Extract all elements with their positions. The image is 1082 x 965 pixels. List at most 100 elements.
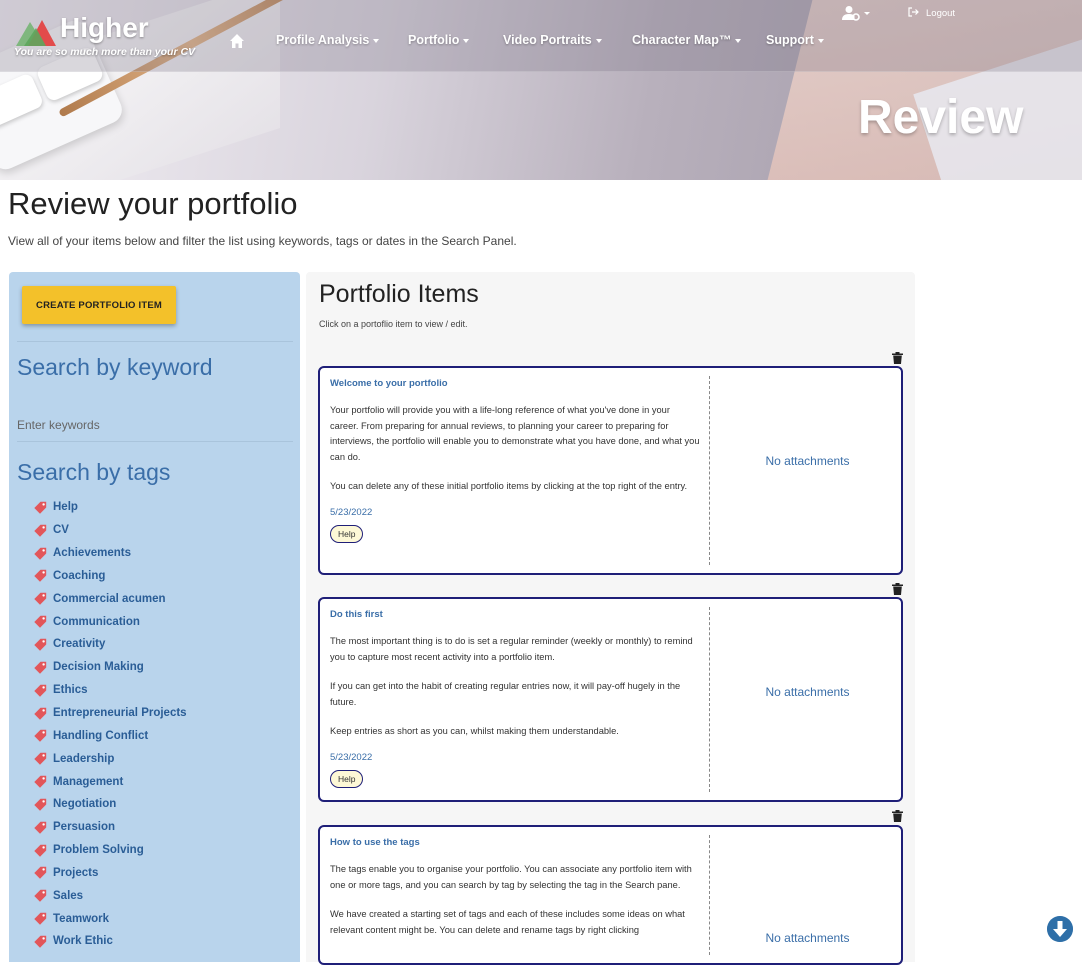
tag-filter-item[interactable]: Decision Making (34, 656, 187, 679)
tag-list: Help CV Achievements Coaching Commercial acu… (34, 496, 187, 953)
tag-icon (34, 593, 47, 605)
tag-icon (34, 821, 47, 834)
nav-character-map[interactable]: Character Map™ (632, 33, 742, 47)
portfolio-item-title: How to use the tags (330, 837, 420, 848)
tag-icon (34, 707, 47, 720)
tag-filter-item[interactable]: Persuasion (34, 816, 187, 839)
attachments-label: No attachments (765, 685, 850, 699)
hero-title: Review (858, 91, 1024, 144)
portfolio-item-text: If you can get into the habit of creatin… (330, 681, 681, 707)
tag-filter-item[interactable]: Problem Solving (34, 839, 187, 862)
nav-support[interactable]: Support (766, 33, 824, 47)
tag-icon (34, 844, 47, 857)
logo-mark-icon (16, 20, 56, 46)
tag-filter-item[interactable]: CV (34, 519, 187, 542)
tag-filter-item[interactable]: Creativity (34, 633, 187, 656)
portfolio-items-title: Portfolio Items (319, 280, 479, 308)
arrow-down-circle-icon[interactable] (1047, 916, 1073, 942)
portfolio-item-text: We have created a starting set of tags a… (330, 909, 685, 935)
tag-filter-item[interactable]: Help (34, 496, 187, 519)
tag-chip[interactable]: Help (330, 769, 364, 788)
attachments-label: No attachments (765, 454, 850, 468)
divider (17, 341, 293, 342)
tag-label: Communication (53, 615, 140, 628)
tag-icon (34, 775, 47, 788)
tag-filter-item[interactable]: Sales (34, 884, 187, 907)
tag-icon (34, 798, 47, 811)
chevron-down-icon (463, 38, 470, 43)
portfolio-items-panel: Portfolio Items Click on a portoflio ite… (306, 272, 915, 965)
tag-filter-item[interactable]: Projects (34, 862, 187, 885)
tag-label: Achievements (53, 547, 131, 560)
tag-icon (34, 661, 47, 674)
trash-icon[interactable] (892, 583, 903, 595)
trash-icon[interactable] (892, 810, 903, 822)
keyword-heading: Search by keyword (17, 354, 213, 380)
hero-banner: Higher You are so much more than your CV… (0, 0, 1082, 180)
portfolio-item-date: 5/23/2022 (330, 751, 373, 763)
divider (17, 441, 293, 442)
tag-filter-item[interactable]: Work Ethic (34, 930, 187, 953)
tag-filter-item[interactable]: Management (34, 770, 187, 793)
tag-label: Entrepreneurial Projects (53, 707, 187, 720)
search-panel: CREATE PORTFOLIO ITEM Search by keyword … (9, 272, 300, 962)
chevron-down-icon (373, 38, 380, 43)
home-icon[interactable] (229, 33, 245, 49)
portfolio-item-text: Keep entries as short as you can, whilst… (330, 726, 619, 736)
tag-icon (34, 684, 47, 697)
page-description: View all of your items below and filter … (8, 234, 517, 248)
tag-icon (34, 615, 47, 628)
tag-filter-item[interactable]: Achievements (34, 542, 187, 565)
tag-icon (34, 501, 47, 514)
nav-video-portraits[interactable]: Video Portraits (503, 33, 602, 47)
divider (709, 607, 710, 792)
portfolio-item-title: Welcome to your portfolio (330, 378, 448, 389)
chevron-down-icon (817, 38, 824, 43)
tag-label: Management (53, 775, 124, 788)
portfolio-item-text: Your portfolio will provide you with a l… (330, 405, 700, 462)
page-title: Review your portfolio (8, 186, 298, 221)
tag-filter-item[interactable]: Leadership (34, 747, 187, 770)
tag-filter-item[interactable]: Commercial acumen (34, 587, 187, 610)
tag-icon (34, 524, 47, 537)
tag-label: Coaching (53, 569, 106, 582)
tag-filter-item[interactable]: Negotiation (34, 793, 187, 816)
portfolio-item-text: The tags enable you to organise your por… (330, 864, 692, 890)
tag-label: Persuasion (53, 821, 115, 834)
nav-portfolio[interactable]: Portfolio (408, 33, 470, 47)
brand-logo[interactable]: Higher You are so much more than your CV (14, 10, 204, 64)
tag-filter-item[interactable]: Entrepreneurial Projects (34, 702, 187, 725)
tag-label: Work Ethic (53, 935, 113, 948)
create-portfolio-item-button[interactable]: CREATE PORTFOLIO ITEM (22, 286, 176, 324)
tag-label: Ethics (53, 684, 88, 697)
tag-label: Negotiation (53, 798, 117, 811)
tag-icon (34, 935, 47, 948)
tag-filter-item[interactable]: Ethics (34, 679, 187, 702)
portfolio-item-card[interactable]: How to use the tags The tags enable you … (318, 825, 903, 965)
trash-icon[interactable] (892, 352, 903, 364)
tag-label: Teamwork (53, 912, 110, 925)
tag-label: Help (53, 501, 78, 514)
tag-label: Handling Conflict (53, 729, 149, 742)
attachments-label: No attachments (765, 931, 850, 945)
tag-label: Decision Making (53, 661, 144, 674)
portfolio-item-text: You can delete any of these initial port… (330, 481, 688, 491)
chevron-down-icon (735, 38, 742, 43)
tag-filter-item[interactable]: Teamwork (34, 907, 187, 930)
portfolio-item-text: The most important thing is to do is set… (330, 636, 693, 662)
logout-link[interactable]: Logout (908, 7, 955, 19)
keyword-search-input[interactable] (17, 414, 293, 436)
brand-name: Higher (60, 12, 149, 43)
portfolio-item-card[interactable]: Welcome to your portfolio Your portfolio… (318, 366, 903, 575)
tag-label: Projects (53, 866, 99, 879)
tag-label: CV (53, 524, 69, 537)
portfolio-item-card[interactable]: Do this first The most important thing i… (318, 597, 903, 802)
tag-filter-item[interactable]: Handling Conflict (34, 724, 187, 747)
user-cog-icon[interactable] (842, 5, 870, 21)
tag-filter-item[interactable]: Communication (34, 610, 187, 633)
tag-chip[interactable]: Help (330, 524, 364, 543)
tag-filter-item[interactable]: Coaching (34, 565, 187, 588)
nav-profile-analysis[interactable]: Profile Analysis (276, 33, 380, 47)
tag-icon (34, 753, 47, 765)
tag-icon (34, 730, 47, 743)
